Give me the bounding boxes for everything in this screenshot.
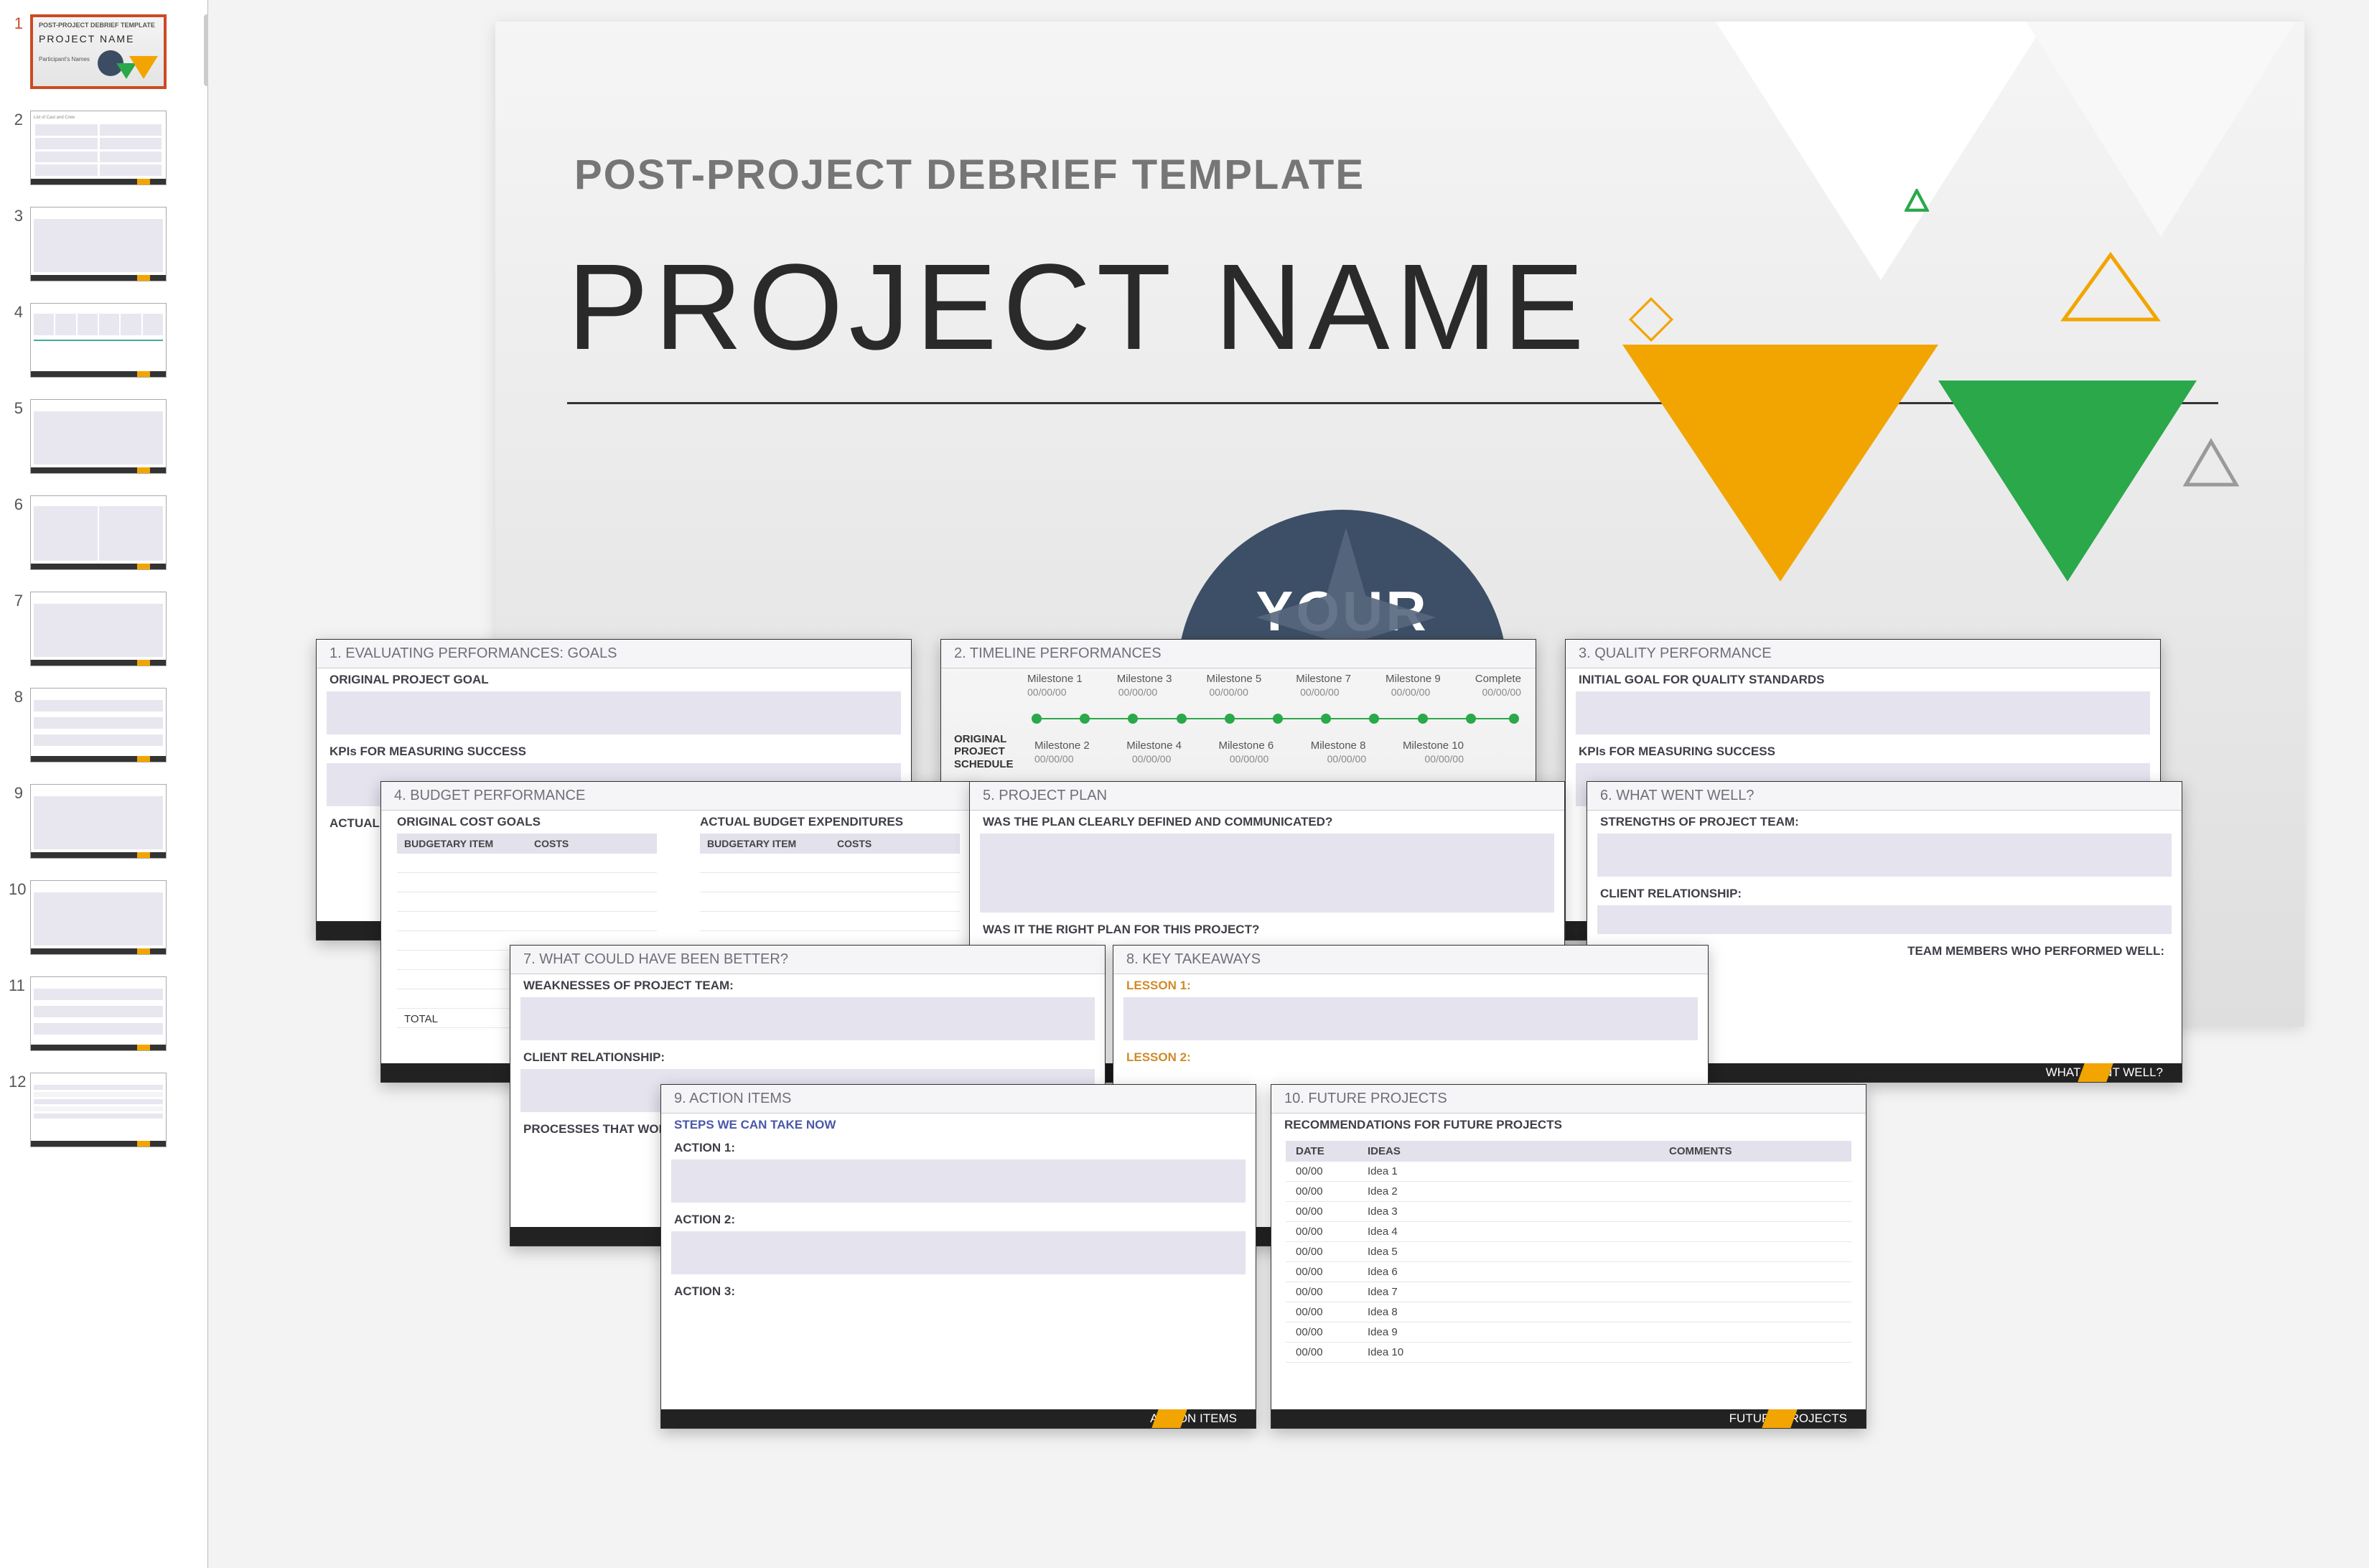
card-header: 1. EVALUATING PERFORMANCES: GOALS (317, 640, 911, 668)
thumb-row-2[interactable]: 2 List of Cast and Crew (9, 111, 199, 185)
thumb-row-6[interactable]: 6 (9, 495, 199, 570)
thumb-row-1[interactable]: 1 POST-PROJECT DEBRIEF TEMPLATE PROJECT … (9, 14, 199, 89)
thumb-row-4[interactable]: 4 (9, 303, 199, 378)
thumb-11[interactable] (30, 976, 167, 1051)
table-row[interactable]: 00/00Idea 6 (1286, 1262, 1851, 1282)
thumb-8[interactable] (30, 688, 167, 762)
triangle-outline-icon (2060, 251, 2161, 327)
thumb-12[interactable] (30, 1073, 167, 1147)
triangle-icon (1622, 345, 1938, 582)
thumb-row-5[interactable]: 5 (9, 399, 199, 474)
thumb-9[interactable] (30, 784, 167, 859)
card-action-items[interactable]: 9. ACTION ITEMS STEPS WE CAN TAKE NOW AC… (660, 1084, 1256, 1429)
triangle-outline-icon (2182, 438, 2240, 492)
table-row[interactable]: 00/00Idea 7 (1286, 1282, 1851, 1302)
text-area[interactable] (327, 691, 901, 734)
table-row[interactable]: 00/00Idea 1 (1286, 1162, 1851, 1182)
thumb-2[interactable]: List of Cast and Crew (30, 111, 167, 185)
thumb-3[interactable] (30, 207, 167, 281)
thumb-row-12[interactable]: 12 (9, 1073, 199, 1147)
triangle-icon (2017, 22, 2304, 237)
timeline-track (1032, 708, 1514, 729)
thumb-row-8[interactable]: 8 (9, 688, 199, 762)
card-future-projects[interactable]: 10. FUTURE PROJECTS RECOMMENDATIONS FOR … (1271, 1084, 1866, 1429)
thumb-5[interactable] (30, 399, 167, 474)
thumb-10[interactable] (30, 880, 167, 955)
diamond-outline-icon (1615, 294, 1687, 345)
slide-thumbnails-panel: 1 POST-PROJECT DEBRIEF TEMPLATE PROJECT … (0, 0, 208, 1568)
slide-title: PROJECT NAME (567, 237, 1590, 378)
triangle-outline-icon (1902, 187, 1931, 215)
thumb-row-11[interactable]: 11 (9, 976, 199, 1051)
thumb-6[interactable] (30, 495, 167, 570)
thumb-number: 1 (9, 14, 30, 33)
thumb-1[interactable]: POST-PROJECT DEBRIEF TEMPLATE PROJECT NA… (30, 14, 167, 89)
table-row[interactable]: 00/00Idea 9 (1286, 1322, 1851, 1343)
table-row[interactable]: 00/00Idea 3 (1286, 1202, 1851, 1222)
card-header: 2. TIMELINE PERFORMANCES (941, 640, 1536, 668)
thumb-7[interactable] (30, 592, 167, 666)
future-table: DATE IDEAS COMMENTS 00/00Idea 100/00Idea… (1286, 1141, 1851, 1363)
triangle-icon (1716, 22, 2046, 280)
table-row[interactable]: 00/00Idea 10 (1286, 1343, 1851, 1363)
table-row[interactable]: 00/00Idea 5 (1286, 1242, 1851, 1262)
thumb-row-3[interactable]: 3 (9, 207, 199, 281)
edit-canvas: POST-PROJECT DEBRIEF TEMPLATE PROJECT NA… (208, 0, 2369, 1568)
table-row[interactable]: 00/00Idea 2 (1286, 1182, 1851, 1202)
thumb-row-10[interactable]: 10 (9, 880, 199, 955)
table-row[interactable]: 00/00Idea 4 (1286, 1222, 1851, 1242)
thumb-row-7[interactable]: 7 (9, 592, 199, 666)
table-row[interactable]: 00/00Idea 8 (1286, 1302, 1851, 1322)
thumb-row-9[interactable]: 9 (9, 784, 199, 859)
triangle-icon (1938, 381, 2197, 582)
thumb-4[interactable] (30, 303, 167, 378)
slide-subtitle: POST-PROJECT DEBRIEF TEMPLATE (574, 151, 1365, 199)
